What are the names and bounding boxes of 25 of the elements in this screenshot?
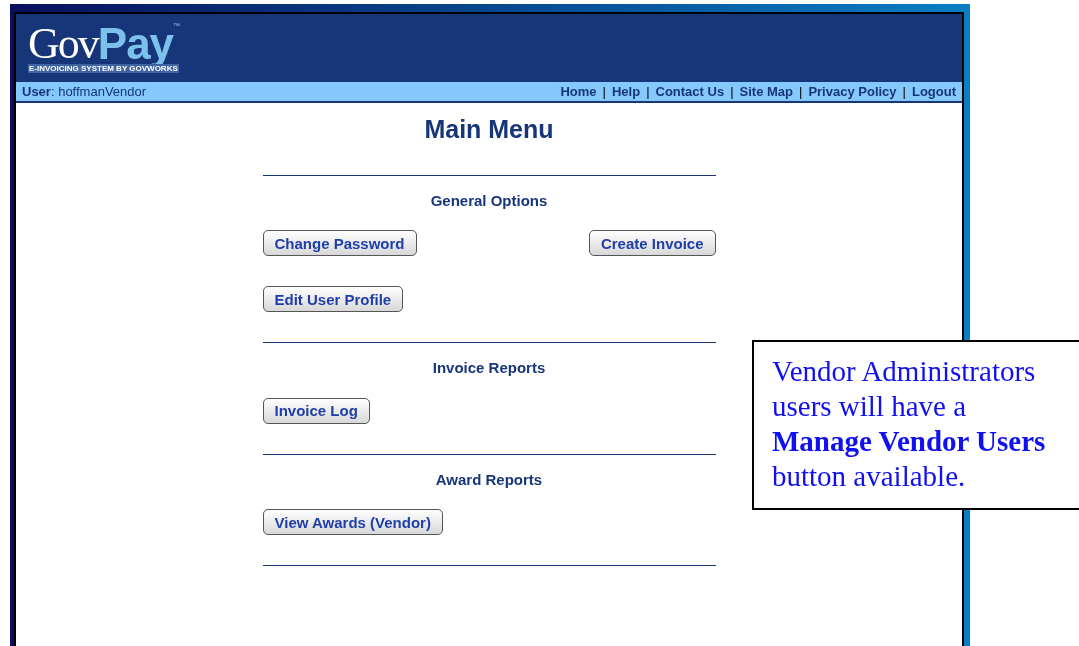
callout-text: Vendor Administrators users will have a Manage Vendor Users button available. (772, 354, 1047, 494)
logo-text: Pay (97, 22, 174, 66)
nav-link[interactable]: Contact Us (655, 81, 725, 102)
section-heading: Award Reports (434, 469, 544, 490)
page-title: Main Menu (424, 114, 554, 145)
menu-button[interactable]: Edit User Profile (262, 286, 404, 312)
menu-button[interactable]: Invoice Log (262, 397, 370, 424)
nav-link[interactable]: Help (611, 81, 641, 102)
separator-mark: | (646, 82, 650, 101)
logo-tagline: E-INVOICING SYSTEM BY GOVWORKS (28, 64, 179, 73)
separator-mark: | (602, 82, 606, 101)
nav-link[interactable]: Logout (911, 81, 956, 102)
menu-button[interactable]: View Awards (Vendor) (262, 509, 443, 535)
section-heading: General Options (429, 190, 549, 211)
nav-link[interactable]: Privacy Policy (808, 81, 897, 102)
user-label: User: hoffmanVendor (22, 82, 147, 101)
separator-mark: | (799, 82, 803, 101)
nav-link[interactable]: Site Map (739, 81, 793, 102)
nav-link[interactable]: Home (560, 81, 597, 102)
separator-mark: | (730, 82, 734, 101)
logo-text: Gov (28, 22, 98, 66)
menu-button[interactable]: Create Invoice (588, 230, 716, 256)
separator-mark: | (902, 82, 906, 101)
menu-button[interactable]: Change Password (262, 230, 417, 256)
section-heading: Invoice Reports (431, 358, 547, 378)
